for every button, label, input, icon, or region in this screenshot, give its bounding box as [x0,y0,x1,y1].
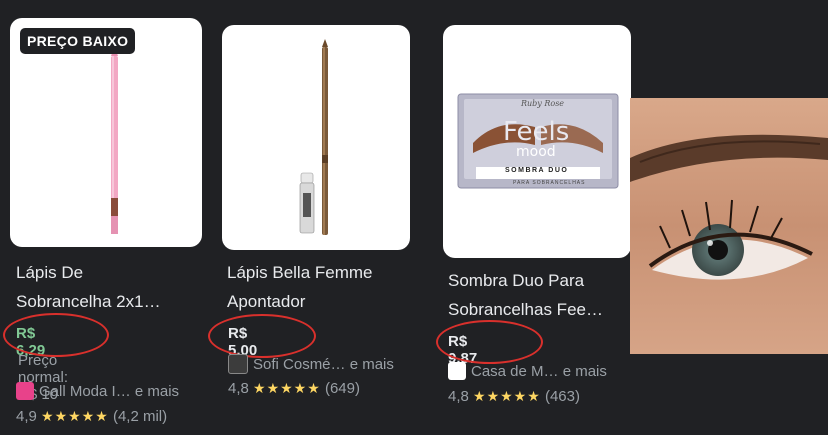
palette-name-1: Feels [503,117,570,147]
eye-photo-illustration [630,98,828,354]
rating-2: 4,8 ★★★★★ (649) [228,380,360,397]
price-highlight-circle-2 [208,314,316,358]
seller-name-2: Sofi Cosmé… e mais [253,355,394,373]
review-count-1: (4,2 mil) [112,408,168,425]
product-title-1-line-2: Sobrancelha 2x1… [16,292,161,311]
rating-1: 4,9 ★★★★★ (4,2 mil) [16,408,167,425]
rating-value-2: 4,8 [228,380,249,397]
seller-logo-3 [448,362,466,380]
low-price-badge: PREÇO BAIXO [20,28,136,54]
star-icons-1: ★★★★★ [41,408,109,424]
seller-logo-2 [228,354,248,374]
seller-2[interactable]: Sofi Cosmé… e mais [228,354,394,374]
seller-name-3: Casa de M… e mais [471,362,607,380]
review-count-2: (649) [324,380,360,397]
product-title-2-line-1: Lápis Bella Femme [227,263,373,282]
rating-3: 4,8 ★★★★★ (463) [448,388,580,405]
product-image-1[interactable]: PREÇO BAIXO [10,18,202,247]
palette-sublabel: PARA SOBRANCELHAS [513,180,586,186]
product-title-2[interactable]: Lápis Bella Femme Apontador [227,258,373,316]
review-count-3: (463) [544,388,580,405]
palette-label: SOMBRA DUO [505,167,569,174]
product-title-3[interactable]: Sombra Duo Para Sobrancelhas Fee… [448,266,603,324]
brown-pencil-icon [299,39,328,235]
eye-closeup-image [630,98,828,354]
seller-3[interactable]: Casa de M… e mais [448,362,607,380]
product-title-2-line-2: Apontador [227,292,306,311]
seller-logo-1 [16,382,34,400]
product-image-2[interactable] [222,25,410,250]
seller-name-1: Gall Moda I… e mais [39,382,180,400]
palette-brand: Ruby Rose [521,99,565,108]
product-image-3[interactable]: Ruby Rose Feels mood SOMBRA DUO PARA SOB… [443,25,631,258]
rating-value-3: 4,8 [448,388,469,405]
product-title-3-line-2: Sobrancelhas Fee… [448,300,603,319]
palette-name-2: mood [516,144,556,160]
product-title-3-line-1: Sombra Duo Para [448,271,585,290]
star-icons-2: ★★★★★ [253,380,321,396]
product-title-1[interactable]: Lápis De Sobrancelha 2x1… [16,258,161,316]
product-title-1-line-1: Lápis De [16,263,84,282]
rating-value-1: 4,9 [16,408,37,425]
star-icons-3: ★★★★★ [473,388,541,404]
seller-1[interactable]: Gall Moda I… e mais [16,382,179,400]
